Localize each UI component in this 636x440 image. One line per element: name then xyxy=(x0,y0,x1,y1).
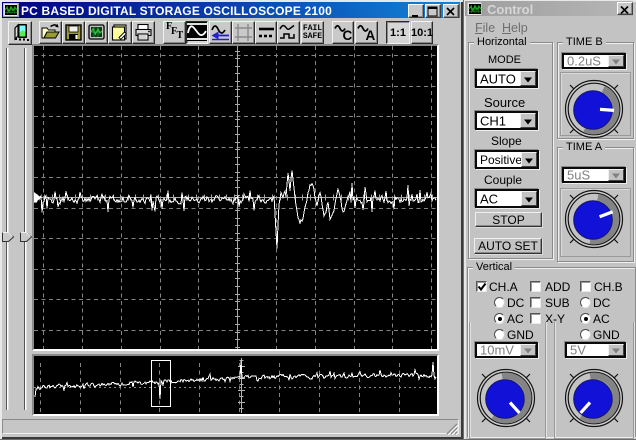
svg-text:A: A xyxy=(366,28,376,43)
svg-text:C: C xyxy=(343,28,353,43)
